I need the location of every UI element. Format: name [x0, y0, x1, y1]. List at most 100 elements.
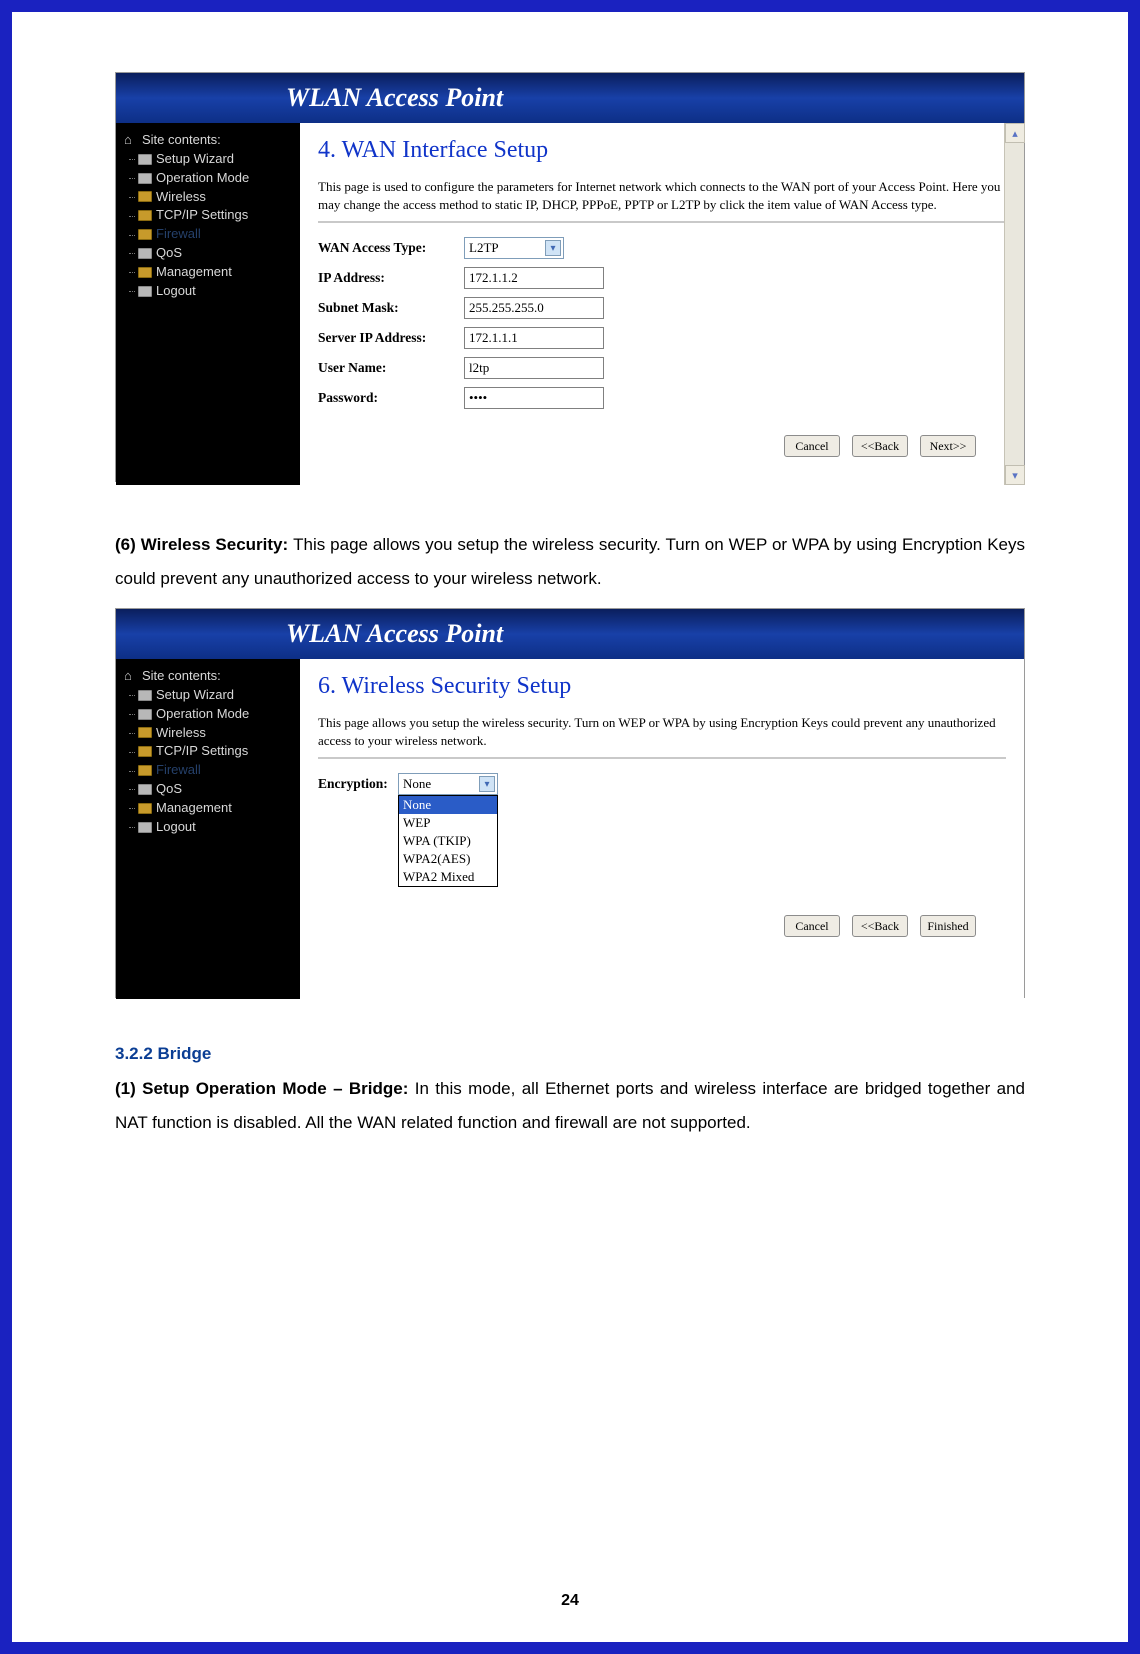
para6-lead: (6) Wireless Security:	[115, 535, 293, 554]
mask-label: Subnet Mask:	[318, 300, 464, 316]
encryption-select[interactable]: None ▾	[398, 773, 498, 795]
sidebar-item-wireless[interactable]: Wireless	[124, 724, 294, 743]
sidebar-item-firewall[interactable]: Firewall	[124, 225, 294, 244]
cancel-button[interactable]: Cancel	[784, 435, 840, 457]
folder-icon	[138, 248, 152, 259]
sidebar-item-management[interactable]: Management	[124, 799, 294, 818]
sidebar-item-qos[interactable]: QoS	[124, 780, 294, 799]
sidebar-root-label: Site contents:	[142, 667, 221, 686]
finished-button[interactable]: Finished	[920, 915, 976, 937]
scroll-down-icon[interactable]: ▾	[1005, 465, 1025, 485]
pass-input[interactable]	[464, 387, 604, 409]
folder-icon	[138, 746, 152, 757]
sidebar: Site contents: Setup Wizard Operation Mo…	[116, 659, 300, 999]
user-input[interactable]	[464, 357, 604, 379]
page: WLAN Access Point Site contents: Setup W…	[0, 0, 1140, 1654]
wireless-security-screenshot: WLAN Access Point Site contents: Setup W…	[115, 608, 1025, 998]
main-panel: 6. Wireless Security Setup This page all…	[300, 659, 1024, 999]
paragraph-6: (6) Wireless Security: This page allows …	[115, 528, 1025, 596]
sidebar-item-label: Firewall	[156, 225, 201, 244]
sidebar-item-label: TCP/IP Settings	[156, 742, 248, 761]
tree-icon	[124, 670, 138, 682]
sidebar-item-label: Setup Wizard	[156, 150, 234, 169]
folder-icon	[138, 690, 152, 701]
main-panel: 4. WAN Interface Setup This page is used…	[300, 123, 1024, 485]
sidebar-item-operation-mode[interactable]: Operation Mode	[124, 169, 294, 188]
sidebar-item-setup-wizard[interactable]: Setup Wizard	[124, 686, 294, 705]
folder-icon	[138, 154, 152, 165]
back-button[interactable]: <<Back	[852, 435, 908, 457]
sidebar-item-label: Management	[156, 799, 232, 818]
sidebar-item-label: Logout	[156, 282, 196, 301]
banner-title: WLAN Access Point	[286, 83, 503, 113]
page-description: This page is used to configure the param…	[318, 178, 1006, 213]
encryption-value: None	[403, 776, 431, 792]
sidebar-item-qos[interactable]: QoS	[124, 244, 294, 263]
content-column: WLAN Access Point Site contents: Setup W…	[115, 72, 1025, 1140]
page-title: 4. WAN Interface Setup	[318, 137, 1006, 164]
banner: WLAN Access Point	[116, 609, 1024, 659]
sidebar-item-label: Operation Mode	[156, 705, 249, 724]
option-wep[interactable]: WEP	[399, 814, 497, 832]
sidebar-item-label: TCP/IP Settings	[156, 206, 248, 225]
encryption-dropdown[interactable]: None WEP WPA (TKIP) WPA2(AES) WPA2 Mixed	[398, 795, 498, 887]
sidebar-item-label: Operation Mode	[156, 169, 249, 188]
option-none[interactable]: None	[399, 796, 497, 814]
bridge-lead: (1) Setup Operation Mode – Bridge:	[115, 1079, 415, 1098]
folder-icon	[138, 803, 152, 814]
sidebar-item-logout[interactable]: Logout	[124, 818, 294, 837]
sidebar-item-setup-wizard[interactable]: Setup Wizard	[124, 150, 294, 169]
folder-icon	[138, 765, 152, 776]
back-button[interactable]: <<Back	[852, 915, 908, 937]
wan-type-select[interactable]: L2TP ▾	[464, 237, 564, 259]
sidebar-item-wireless[interactable]: Wireless	[124, 188, 294, 207]
sidebar: Site contents: Setup Wizard Operation Mo…	[116, 123, 300, 485]
wan-type-value: L2TP	[469, 240, 499, 256]
option-wpa-tkip[interactable]: WPA (TKIP)	[399, 832, 497, 850]
folder-icon	[138, 229, 152, 240]
server-ip-label: Server IP Address:	[318, 330, 464, 346]
sidebar-item-tcpip[interactable]: TCP/IP Settings	[124, 742, 294, 761]
sidebar-root[interactable]: Site contents:	[124, 667, 294, 686]
divider	[318, 221, 1006, 223]
sidebar-item-firewall[interactable]: Firewall	[124, 761, 294, 780]
scrollbar[interactable]: ▴ ▾	[1004, 123, 1024, 485]
sidebar-item-label: Firewall	[156, 761, 201, 780]
page-title: 6. Wireless Security Setup	[318, 673, 1006, 700]
banner-title: WLAN Access Point	[286, 619, 503, 649]
next-button[interactable]: Next>>	[920, 435, 976, 457]
scroll-up-icon[interactable]: ▴	[1005, 123, 1025, 143]
sidebar-item-label: QoS	[156, 780, 182, 799]
folder-icon	[138, 784, 152, 795]
option-wpa2-aes[interactable]: WPA2(AES)	[399, 850, 497, 868]
sidebar-item-label: QoS	[156, 244, 182, 263]
option-wpa2-mixed[interactable]: WPA2 Mixed	[399, 868, 497, 886]
sidebar-item-tcpip[interactable]: TCP/IP Settings	[124, 206, 294, 225]
server-ip-input[interactable]	[464, 327, 604, 349]
folder-icon	[138, 267, 152, 278]
folder-icon	[138, 191, 152, 202]
sidebar-item-label: Logout	[156, 818, 196, 837]
banner: WLAN Access Point	[116, 73, 1024, 123]
folder-icon	[138, 173, 152, 184]
paragraph-bridge: (1) Setup Operation Mode – Bridge: In th…	[115, 1072, 1025, 1140]
sidebar-item-operation-mode[interactable]: Operation Mode	[124, 705, 294, 724]
cancel-button[interactable]: Cancel	[784, 915, 840, 937]
divider	[318, 757, 1006, 759]
folder-icon	[138, 822, 152, 833]
mask-input[interactable]	[464, 297, 604, 319]
ip-input[interactable]	[464, 267, 604, 289]
sidebar-item-management[interactable]: Management	[124, 263, 294, 282]
sidebar-item-label: Wireless	[156, 188, 206, 207]
sidebar-item-logout[interactable]: Logout	[124, 282, 294, 301]
folder-icon	[138, 727, 152, 738]
wan-type-label: WAN Access Type:	[318, 240, 464, 256]
folder-icon	[138, 210, 152, 221]
sidebar-root[interactable]: Site contents:	[124, 131, 294, 150]
chevron-down-icon: ▾	[545, 240, 561, 256]
encryption-label: Encryption:	[318, 776, 398, 792]
page-number: 24	[12, 1592, 1128, 1610]
pass-label: Password:	[318, 390, 464, 406]
folder-icon	[138, 709, 152, 720]
sidebar-item-label: Setup Wizard	[156, 686, 234, 705]
